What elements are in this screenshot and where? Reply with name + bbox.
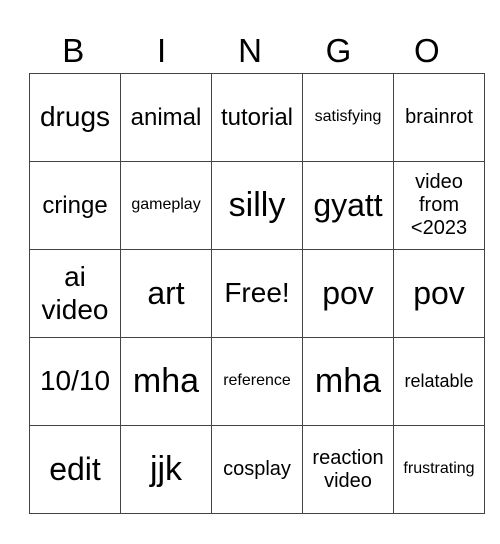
bingo-cell[interactable]: ai video bbox=[29, 249, 121, 338]
bingo-cell[interactable]: drugs bbox=[29, 73, 121, 162]
bingo-grid: drugs animal tutorial satisfying brainro… bbox=[29, 73, 485, 514]
bingo-cell[interactable]: mha bbox=[120, 337, 212, 426]
grid-row: cringe gameplay silly gyatt video from <… bbox=[29, 161, 485, 250]
bingo-cell[interactable]: reference bbox=[211, 337, 303, 426]
bingo-cell[interactable]: silly bbox=[211, 161, 303, 250]
grid-row: 10/10 mha reference mha relatable bbox=[29, 337, 485, 426]
grid-row: edit jjk cosplay reaction video frustrat… bbox=[29, 425, 485, 514]
header-letter-o: O bbox=[413, 32, 440, 69]
header-letter-g: G bbox=[325, 32, 352, 69]
bingo-cell[interactable]: pov bbox=[393, 249, 485, 338]
bingo-cell[interactable]: jjk bbox=[120, 425, 212, 514]
grid-row: drugs animal tutorial satisfying brainro… bbox=[29, 73, 485, 162]
header-letter-i: I bbox=[157, 32, 167, 69]
header-letter-n: N bbox=[238, 32, 262, 69]
bingo-cell[interactable]: satisfying bbox=[302, 73, 394, 162]
grid-row: ai video art Free! pov pov bbox=[29, 249, 485, 338]
bingo-header: B I N G O bbox=[29, 30, 471, 72]
bingo-cell[interactable]: 10/10 bbox=[29, 337, 121, 426]
bingo-cell[interactable]: pov bbox=[302, 249, 394, 338]
bingo-cell[interactable]: animal bbox=[120, 73, 212, 162]
bingo-cell[interactable]: relatable bbox=[393, 337, 485, 426]
bingo-cell[interactable]: cringe bbox=[29, 161, 121, 250]
bingo-cell[interactable]: mha bbox=[302, 337, 394, 426]
bingo-cell[interactable]: art bbox=[120, 249, 212, 338]
bingo-cell[interactable]: reaction video bbox=[302, 425, 394, 514]
bingo-cell[interactable]: tutorial bbox=[211, 73, 303, 162]
bingo-cell[interactable]: brainrot bbox=[393, 73, 485, 162]
bingo-cell[interactable]: cosplay bbox=[211, 425, 303, 514]
header-letter-b: B bbox=[62, 32, 85, 69]
bingo-cell[interactable]: gyatt bbox=[302, 161, 394, 250]
bingo-cell[interactable]: frustrating bbox=[393, 425, 485, 514]
bingo-cell[interactable]: video from <2023 bbox=[393, 161, 485, 250]
bingo-cell[interactable]: gameplay bbox=[120, 161, 212, 250]
bingo-cell[interactable]: edit bbox=[29, 425, 121, 514]
free-space-cell[interactable]: Free! bbox=[211, 249, 303, 338]
